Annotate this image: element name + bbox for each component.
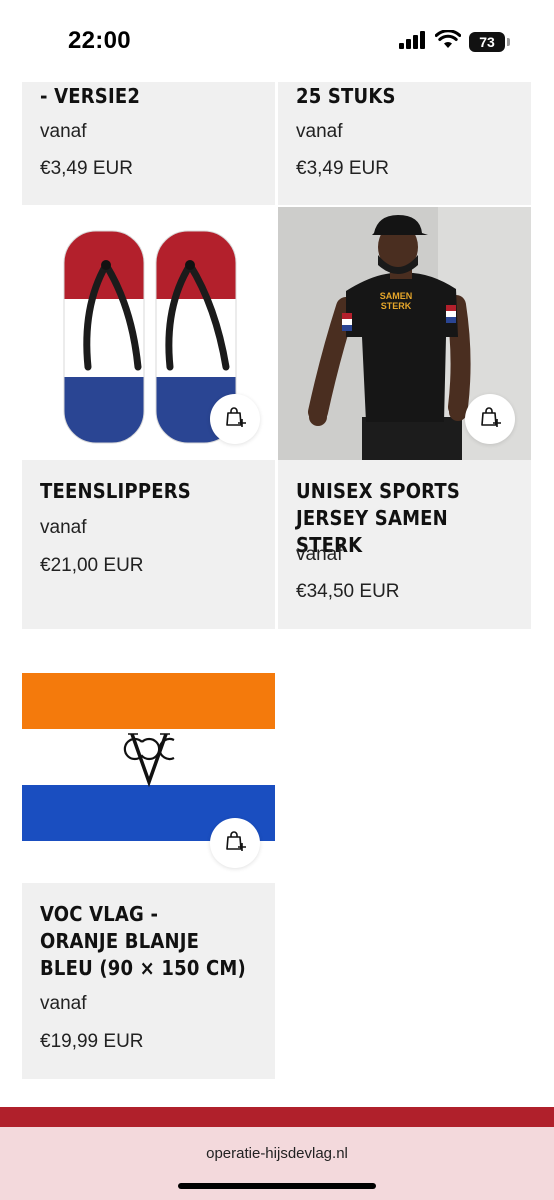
product-card-25-stuks[interactable]: 25 STUKS vanaf €3,49 EUR <box>278 82 531 205</box>
battery-tip <box>507 38 510 46</box>
browser-url-bar[interactable]: operatie-hijsdevlag.nl <box>0 1127 554 1200</box>
cellular-signal-icon <box>399 30 427 54</box>
product-title[interactable]: 25 STUKS <box>296 83 517 110</box>
from-label: vanaf <box>40 993 87 1014</box>
quick-add-button[interactable] <box>210 394 260 444</box>
product-price: €3,49 EUR <box>296 158 389 179</box>
product-title-line2[interactable]: ORANJE BLANJE <box>40 928 261 955</box>
product-price: €21,00 EUR <box>40 555 144 576</box>
product-image-jersey[interactable]: SAMEN STERK <box>278 207 531 460</box>
product-price: €19,99 EUR <box>40 1031 144 1052</box>
status-bar: 22:00 73 <box>0 0 554 82</box>
url-text[interactable]: operatie-hijsdevlag.nl <box>0 1145 554 1162</box>
product-card-teenslippers[interactable]: TEENSLIPPERS vanaf €21,00 EUR <box>22 460 275 629</box>
product-image-teenslippers[interactable] <box>22 207 275 460</box>
product-card-voc-flag[interactable]: VOC VLAG - ORANJE BLANJE BLEU (90 × 150 … <box>22 883 275 1079</box>
shirt-print-line2: STERK <box>381 301 412 311</box>
status-icons: 73 <box>399 29 510 54</box>
product-price: €34,50 EUR <box>296 581 400 602</box>
product-title-line3[interactable]: BLEU (90 × 150 CM) <box>40 955 261 982</box>
shirt-print-line1: SAMEN <box>380 291 413 301</box>
product-card-jersey[interactable]: UNISEX SPORTS JERSEY SAMEN STERK vanaf €… <box>278 460 531 629</box>
product-card-versie2[interactable]: - VERSIE2 vanaf €3,49 EUR <box>22 82 275 205</box>
product-title-line1[interactable]: UNISEX SPORTS <box>296 478 517 505</box>
bag-plus-icon <box>223 829 247 858</box>
product-image-voc-flag[interactable] <box>22 630 275 883</box>
battery-icon: 73 <box>469 32 510 52</box>
battery-level: 73 <box>469 32 505 52</box>
bag-plus-icon <box>223 405 247 434</box>
bag-plus-icon <box>478 405 502 434</box>
from-label: vanaf <box>40 121 87 142</box>
product-title[interactable]: - VERSIE2 <box>40 83 261 110</box>
product-title-line1[interactable]: VOC VLAG - <box>40 901 261 928</box>
home-indicator[interactable] <box>178 1183 376 1189</box>
product-title[interactable]: TEENSLIPPERS <box>40 478 261 505</box>
from-label: vanaf <box>40 517 87 538</box>
quick-add-button[interactable] <box>210 818 260 868</box>
from-label: vanaf <box>296 121 343 142</box>
wifi-icon <box>434 29 462 54</box>
footer-band <box>0 1107 554 1127</box>
from-label: vanaf <box>296 544 343 565</box>
quick-add-button[interactable] <box>465 394 515 444</box>
product-price: €3,49 EUR <box>40 158 133 179</box>
status-time: 22:00 <box>68 27 131 54</box>
